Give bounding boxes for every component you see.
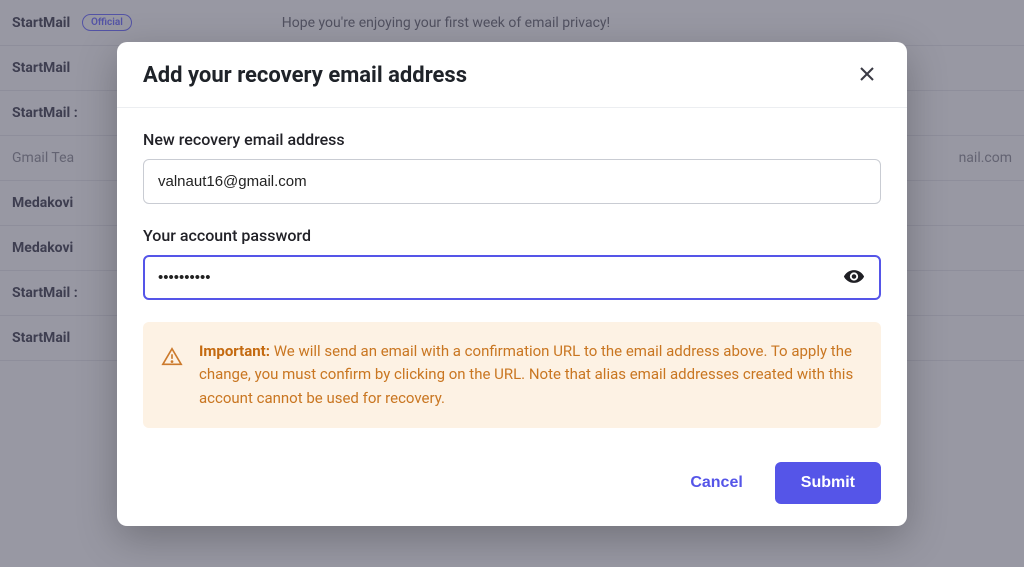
alert-text: Important: We will send an email with a …	[199, 340, 857, 410]
email-input-wrap	[143, 159, 881, 204]
submit-button[interactable]: Submit	[775, 462, 881, 504]
alert-prefix: Important:	[199, 342, 270, 360]
modal-body: New recovery email address Your account …	[117, 108, 907, 446]
recovery-email-input[interactable]	[143, 159, 881, 204]
modal-overlay: Add your recovery email address New reco…	[0, 0, 1024, 567]
alert-body: We will send an email with a confirmatio…	[199, 342, 853, 407]
modal-footer: Cancel Submit	[117, 446, 907, 526]
close-button[interactable]	[853, 60, 881, 91]
password-label: Your account password	[143, 226, 881, 245]
modal-title: Add your recovery email address	[143, 63, 467, 88]
recovery-email-modal: Add your recovery email address New reco…	[117, 42, 907, 526]
toggle-password-visibility-button[interactable]	[839, 261, 869, 294]
eye-icon	[843, 265, 865, 287]
cancel-button[interactable]: Cancel	[676, 462, 756, 504]
important-alert: Important: We will send an email with a …	[143, 322, 881, 428]
warning-icon	[161, 346, 183, 372]
modal-header: Add your recovery email address	[117, 42, 907, 108]
close-icon	[857, 64, 877, 84]
email-label: New recovery email address	[143, 130, 881, 149]
account-password-input[interactable]	[143, 255, 881, 300]
password-input-wrap	[143, 255, 881, 300]
